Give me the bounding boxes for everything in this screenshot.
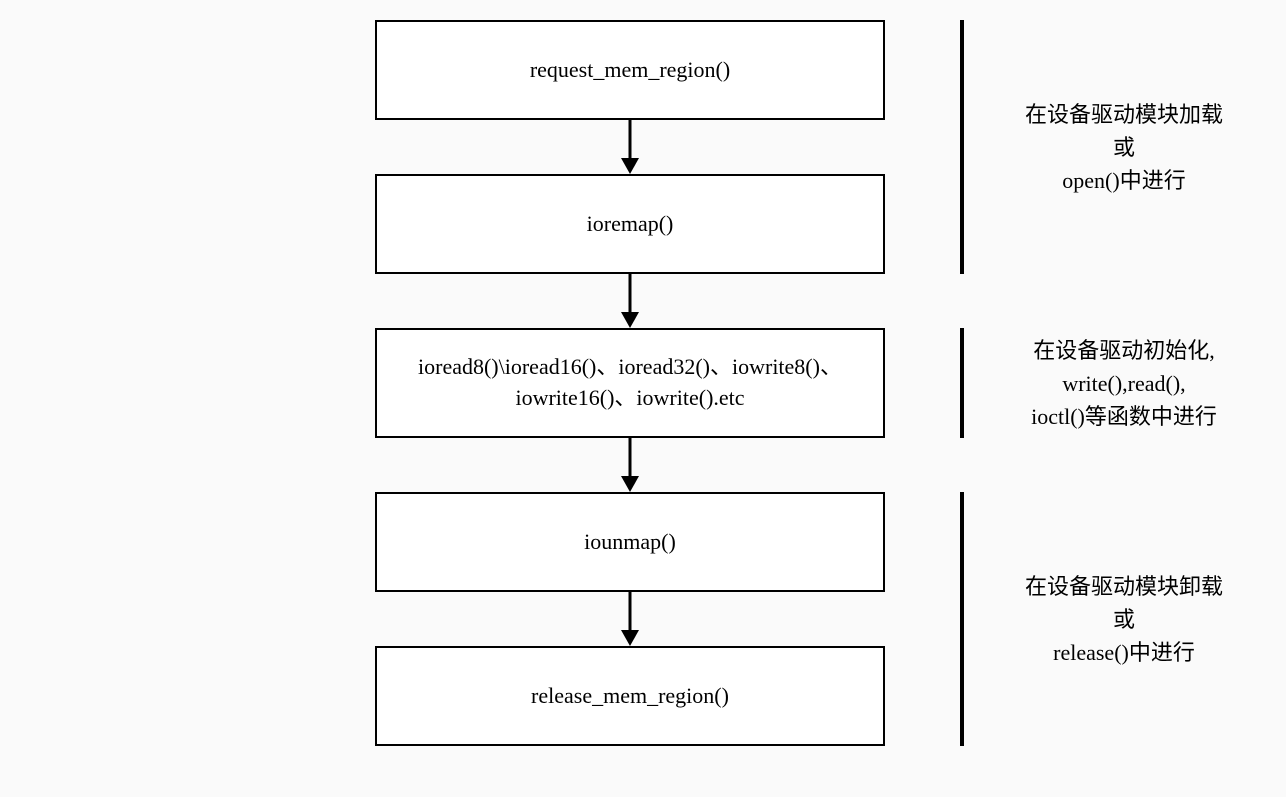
bracket-icon — [960, 328, 964, 438]
box-ioremap: ioremap() — [375, 174, 885, 274]
bracket-icon — [960, 492, 964, 746]
box-ioread-iowrite: ioread8()\ioread16()、ioread32()、iowrite8… — [375, 328, 885, 438]
bracket-icon — [960, 20, 964, 274]
box-release-mem-region: release_mem_region() — [375, 646, 885, 746]
annotation-text: 在设备驱动模块加载 或 open()中进行 — [989, 98, 1259, 197]
annotation-column: 在设备驱动模块加载 或 open()中进行 在设备驱动初始化, write(),… — [960, 20, 1259, 746]
annotation-load-open: 在设备驱动模块加载 或 open()中进行 — [960, 20, 1259, 274]
box-label: iounmap() — [584, 527, 676, 558]
flowchart-column: request_mem_region() ioremap() ioread8()… — [375, 20, 885, 746]
arrow-down-icon — [375, 592, 885, 646]
annotation-line: 在设备驱动模块卸载 — [989, 570, 1259, 603]
annotation-line: open()中进行 — [989, 164, 1259, 197]
annotation-text: 在设备驱动模块卸载 或 release()中进行 — [989, 570, 1259, 669]
box-iounmap: iounmap() — [375, 492, 885, 592]
box-request-mem-region: request_mem_region() — [375, 20, 885, 120]
box-label: release_mem_region() — [531, 681, 729, 712]
annotation-init-rw-ioctl: 在设备驱动初始化, write(),read(), ioctl()等函数中进行 — [960, 328, 1259, 438]
box-label: request_mem_region() — [530, 55, 730, 86]
arrow-down-icon — [375, 120, 885, 174]
annotation-line: ioctl()等函数中进行 — [989, 400, 1259, 433]
annotation-line: 在设备驱动初始化, — [989, 334, 1259, 367]
arrow-down-icon — [375, 438, 885, 492]
annotation-line: 在设备驱动模块加载 — [989, 98, 1259, 131]
annotation-line: 或 — [989, 603, 1259, 636]
annotation-line: release()中进行 — [989, 636, 1259, 669]
annotation-text: 在设备驱动初始化, write(),read(), ioctl()等函数中进行 — [989, 334, 1259, 433]
box-label: ioremap() — [587, 209, 674, 240]
annotation-line: 或 — [989, 131, 1259, 164]
arrow-down-icon — [375, 274, 885, 328]
annotation-line: write(),read(), — [989, 367, 1259, 400]
box-label: ioread8()\ioread16()、ioread32()、iowrite8… — [395, 352, 865, 414]
annotation-unload-release: 在设备驱动模块卸载 或 release()中进行 — [960, 492, 1259, 746]
